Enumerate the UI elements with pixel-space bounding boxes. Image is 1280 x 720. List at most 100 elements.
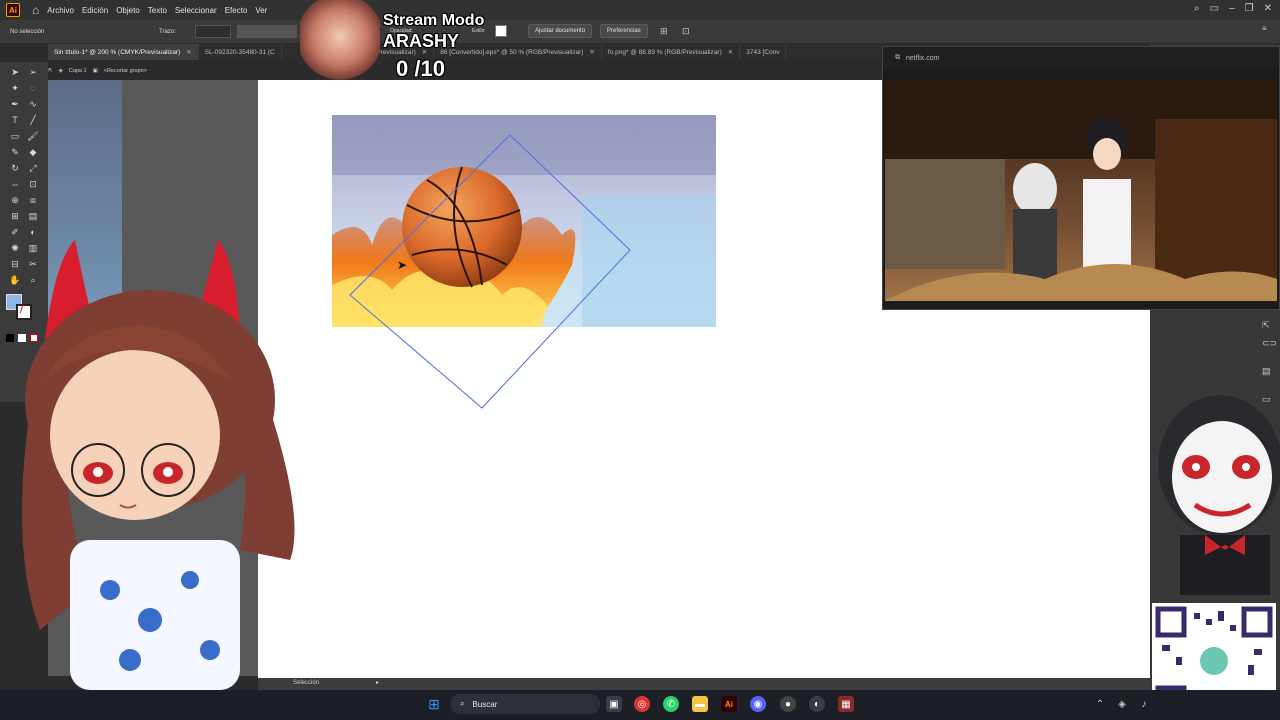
menu-bar: Ai ⌂ Archivo Edición Objeto Texto Selecc… — [0, 0, 1280, 20]
style-swatch[interactable] — [495, 25, 507, 37]
goal-counter: 0 /10 — [396, 56, 445, 81]
link-icon[interactable]: ⊂⊃ — [1262, 338, 1277, 349]
pip-window-icon: ⧉ — [895, 54, 900, 61]
breadcrumb-layer[interactable]: Capa 1 — [69, 68, 87, 74]
selection-tool-icon[interactable]: ➤ — [8, 66, 22, 78]
discord-icon[interactable]: ◉ — [750, 696, 766, 712]
close-tab-icon[interactable]: ✕ — [589, 48, 594, 56]
streamer-avatar-small — [300, 0, 380, 82]
desktop: Ai ⌂ Archivo Edición Objeto Texto Selecc… — [0, 0, 1280, 720]
vtuber-avatar — [22, 240, 295, 690]
workspace-icon[interactable]: ▭ — [1210, 3, 1219, 14]
chrome-icon[interactable]: ◎ — [634, 696, 650, 712]
video-scene — [885, 79, 1277, 301]
netflix-pip-window[interactable]: ⧉ netflix.com — [882, 46, 1280, 310]
gradient-tool-icon[interactable]: ▤ — [26, 210, 40, 222]
tab-label: Sin título-1* @ 200 % (CMYK/Previsualiza… — [54, 48, 181, 56]
perspective-tool-icon[interactable]: ⧈ — [26, 194, 40, 206]
free-transform-tool-icon[interactable]: ⊡ — [26, 178, 40, 190]
home-icon[interactable]: ⌂ — [32, 3, 39, 17]
search-label: Buscar — [472, 699, 498, 709]
menu-texto[interactable]: Texto — [148, 6, 167, 15]
layers-icon: ◈ — [58, 68, 63, 74]
tab-document-5[interactable]: fo.png* @ 88.89 % (RGB/Previsualizar) ✕ — [602, 44, 741, 60]
curvature-tool-icon[interactable]: ∿ — [26, 98, 40, 110]
network-icon[interactable]: ◈ — [1114, 696, 1130, 712]
shaper-tool-icon[interactable]: ✎ — [8, 146, 22, 158]
lasso-tool-icon[interactable]: ◌ — [26, 82, 40, 94]
pip-titlebar: ⧉ netflix.com — [883, 47, 1279, 69]
status-bar: Selección ▸ — [258, 678, 1150, 690]
width-tool-icon[interactable]: ⇔ — [8, 178, 22, 190]
task-view-icon[interactable]: ▣ — [606, 696, 622, 712]
back-icon[interactable]: ⇱ — [48, 68, 53, 74]
direct-selection-tool-icon[interactable]: ➢ — [26, 66, 40, 78]
menu-ver[interactable]: Ver — [255, 6, 267, 15]
mouse-cursor-icon: ➤ — [397, 258, 408, 272]
tab-label: 3743 [Conv — [746, 48, 780, 56]
layers-panel-icon[interactable]: ▤ — [1262, 366, 1271, 377]
align-icon[interactable]: ⊞ — [660, 26, 668, 37]
menu-objeto[interactable]: Objeto — [116, 6, 140, 15]
brush-definition-field[interactable] — [237, 25, 297, 38]
export-icon[interactable]: ⇱ — [1262, 320, 1270, 331]
restore-icon[interactable]: ❐ — [1245, 3, 1254, 14]
menu-efecto[interactable]: Efecto — [225, 6, 248, 15]
whatsapp-icon[interactable]: ✆ — [663, 696, 679, 712]
group-icon: ▣ — [92, 68, 98, 74]
tab-label: 86 [Convertido].eps* @ 50 % (RGB/Previsu… — [440, 48, 584, 56]
illustrator-logo: Ai — [6, 3, 20, 17]
scale-tool-icon[interactable]: ⤢ — [26, 162, 40, 174]
menu-archivo[interactable]: Archivo — [47, 6, 74, 15]
winrar-icon[interactable]: ▦ — [838, 696, 854, 712]
pen-tool-icon[interactable]: ✒ — [8, 98, 22, 110]
tab-document-2[interactable]: SL-092320-35480-31 (C — [199, 44, 282, 60]
illustrator-icon[interactable]: Ai — [721, 696, 737, 712]
document-tabs: Sin título-1* @ 200 % (CMYK/Previsualiza… — [48, 44, 882, 60]
panel-collapse-icon[interactable]: ≡ — [1262, 24, 1267, 33]
mesh-tool-icon[interactable]: ⊞ — [8, 210, 22, 222]
search-icon[interactable]: ⌕ — [1194, 3, 1200, 14]
close-tab-icon[interactable]: ✕ — [728, 48, 733, 56]
menu-seleccionar[interactable]: Seleccionar — [175, 6, 217, 15]
selection-status: No selección — [10, 28, 45, 35]
fit-document-button[interactable]: Ajustar documento — [528, 24, 593, 38]
search-icon: ⌕ — [460, 699, 465, 708]
status-arrow-icon[interactable]: ▸ — [376, 679, 379, 686]
video-frame[interactable] — [885, 79, 1277, 301]
pip-domain: netflix.com — [906, 54, 940, 62]
tab-document-4[interactable]: 86 [Convertido].eps* @ 50 % (RGB/Previsu… — [434, 44, 602, 60]
minimize-icon[interactable]: – — [1229, 3, 1235, 14]
close-icon[interactable]: ✕ — [1264, 3, 1272, 14]
close-tab-icon[interactable]: ✕ — [186, 48, 191, 56]
line-tool-icon[interactable]: ╱ — [26, 114, 40, 126]
steam-icon[interactable]: ◐ — [809, 696, 825, 712]
stroke-weight-field[interactable] — [195, 25, 231, 38]
transform-icon[interactable]: ⊡ — [682, 26, 690, 37]
rectangle-tool-icon[interactable]: ▭ — [8, 130, 22, 142]
tab-document-1[interactable]: Sin título-1* @ 200 % (CMYK/Previsualiza… — [48, 44, 199, 60]
shape-builder-tool-icon[interactable]: ⊕ — [8, 194, 22, 206]
type-tool-icon[interactable]: T — [8, 114, 22, 126]
tab-label: SL-092320-35480-31 (C — [204, 48, 275, 56]
taskbar-search[interactable]: ⌕ Buscar — [450, 694, 600, 714]
tab-label: fo.png* @ 88.89 % (RGB/Previsualizar) — [607, 48, 722, 56]
preferences-button[interactable]: Preferencias — [600, 24, 648, 38]
streamer-name: ARASHY — [383, 31, 460, 51]
menu-edicion[interactable]: Edición — [82, 6, 108, 15]
mascot-avatar — [1158, 395, 1280, 595]
windows-start-icon[interactable]: ⊞ — [426, 696, 442, 712]
tab-document-6[interactable]: 3743 [Conv — [740, 44, 787, 60]
rotate-tool-icon[interactable]: ↻ — [8, 162, 22, 174]
clip-path-outline[interactable] — [330, 130, 640, 415]
magic-wand-tool-icon[interactable]: ✦ — [8, 82, 22, 94]
stroke-label: Trazo: — [159, 29, 176, 35]
stream-mode-title: Stream Modo — [383, 12, 485, 29]
obs-icon[interactable]: ● — [780, 696, 796, 712]
eraser-tool-icon[interactable]: ◆ — [26, 146, 40, 158]
microphone-icon[interactable]: ♪ — [1136, 696, 1152, 712]
breadcrumb-group[interactable]: <Recortar grupo> — [104, 68, 147, 74]
explorer-icon[interactable]: ▬ — [692, 696, 708, 712]
tray-chevron-icon[interactable]: ⌃ — [1092, 696, 1108, 712]
brush-tool-icon[interactable]: 🖌 — [26, 130, 40, 142]
